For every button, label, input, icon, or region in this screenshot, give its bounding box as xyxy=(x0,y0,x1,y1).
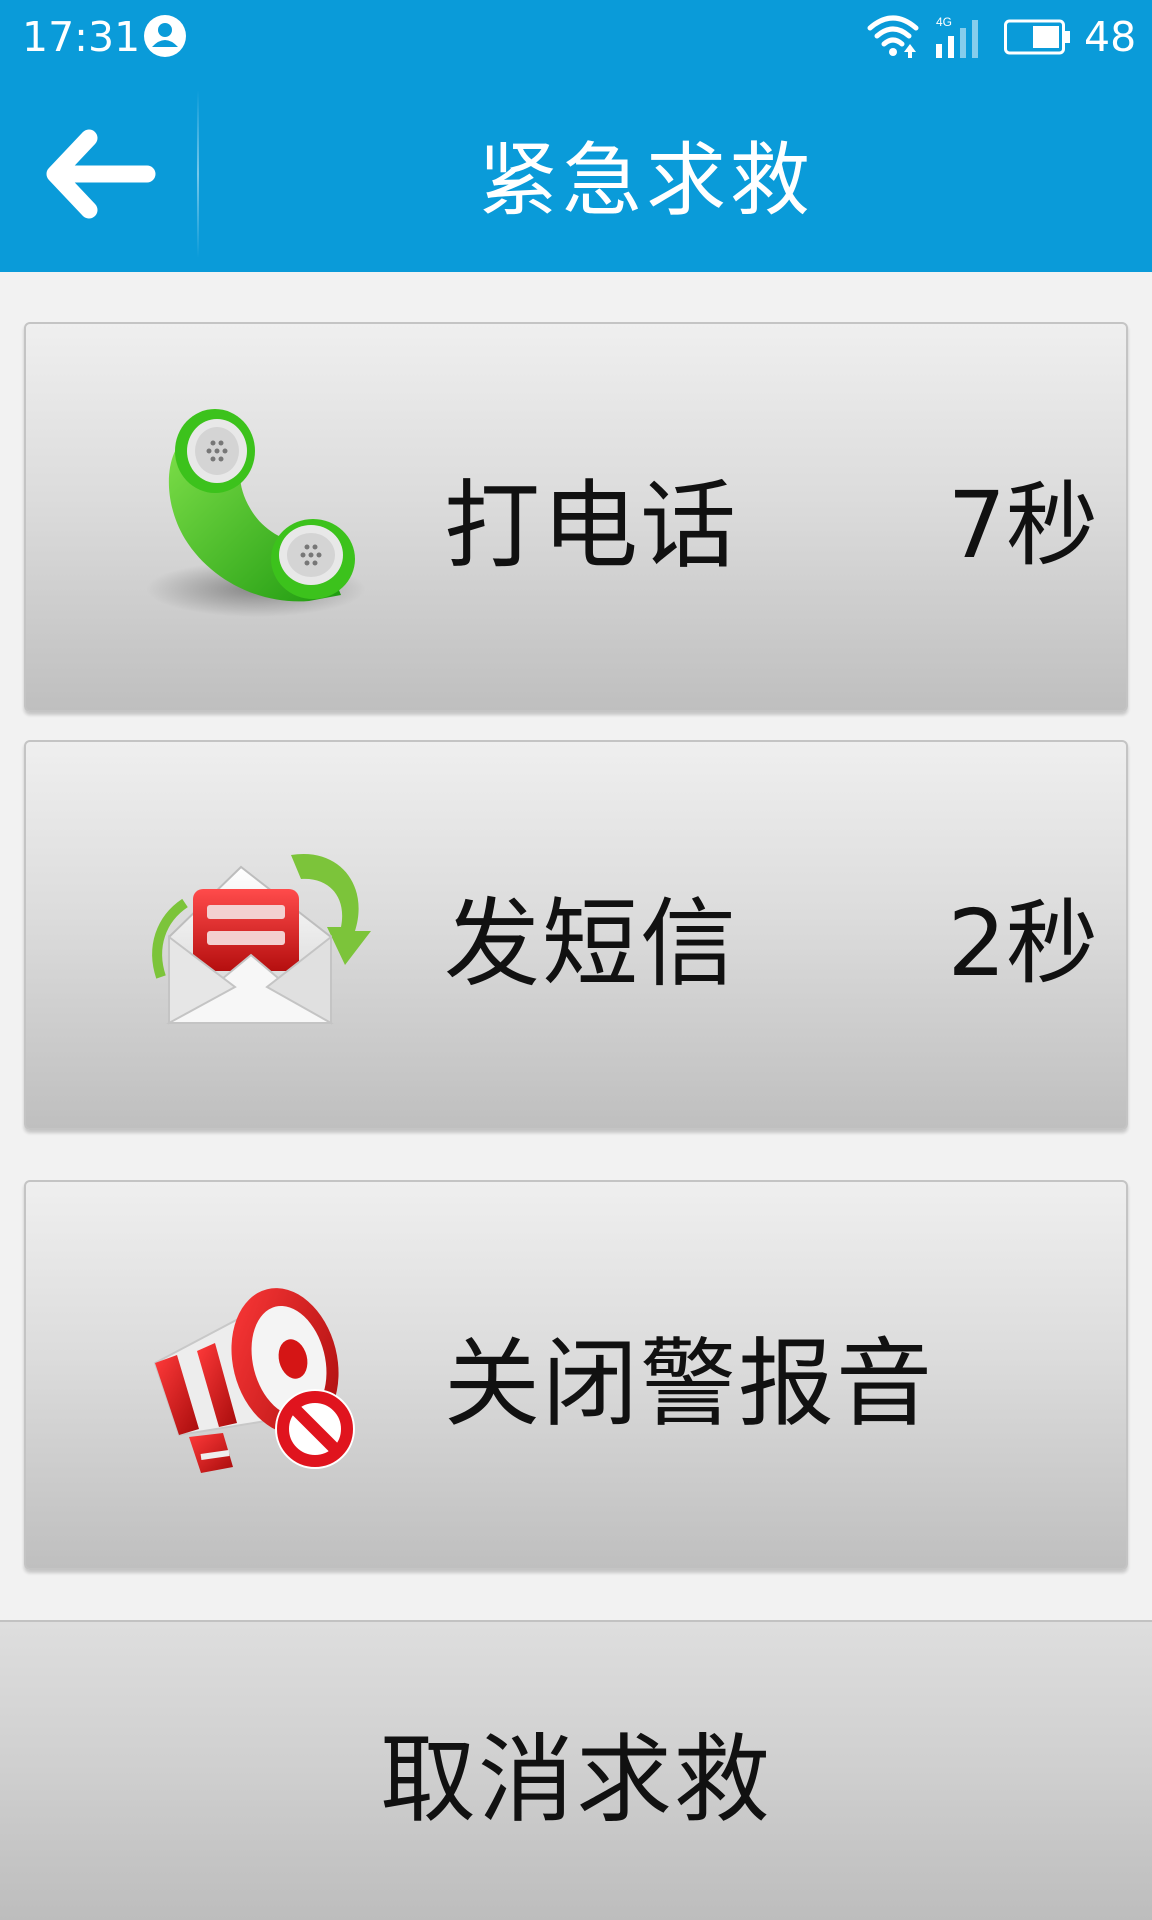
megaphone-mute-icon xyxy=(153,1288,355,1473)
back-button[interactable] xyxy=(0,76,197,272)
sms-countdown: 2秒 xyxy=(947,889,1098,997)
status-time: 17:31 xyxy=(22,13,141,61)
wifi-icon xyxy=(867,15,919,58)
battery-level: 48 xyxy=(1084,13,1137,61)
title-bar: 紧急求救 xyxy=(0,76,1152,272)
emergency-screen: 17:31 4G 48 紧急求救 打电话 7秒 发短信 2秒 关闭警报音 取消求… xyxy=(0,0,1152,1920)
4g-signal-icon: 4G xyxy=(936,15,978,58)
status-bar: 17:31 4G 48 xyxy=(0,0,1152,76)
cancel-sos-button[interactable]: 取消求救 xyxy=(0,1620,1152,1920)
title-divider xyxy=(197,90,199,258)
battery-icon xyxy=(1004,19,1070,55)
envelope-icon xyxy=(152,853,371,1025)
back-arrow-icon xyxy=(46,129,155,219)
call-action-card[interactable]: 打电话 7秒 xyxy=(24,322,1128,712)
mute-alarm-label: 关闭警报音 xyxy=(444,1327,934,1440)
user-icon xyxy=(144,15,186,57)
mute-alarm-card[interactable]: 关闭警报音 xyxy=(24,1180,1128,1570)
page-title: 紧急求救 xyxy=(478,134,814,227)
call-label: 打电话 xyxy=(444,469,738,582)
sms-label: 发短信 xyxy=(444,887,738,1000)
phone-icon xyxy=(146,409,366,617)
sms-action-card[interactable]: 发短信 2秒 xyxy=(24,740,1128,1130)
call-countdown: 7秒 xyxy=(947,471,1098,579)
svg-text:4G: 4G xyxy=(936,15,952,29)
